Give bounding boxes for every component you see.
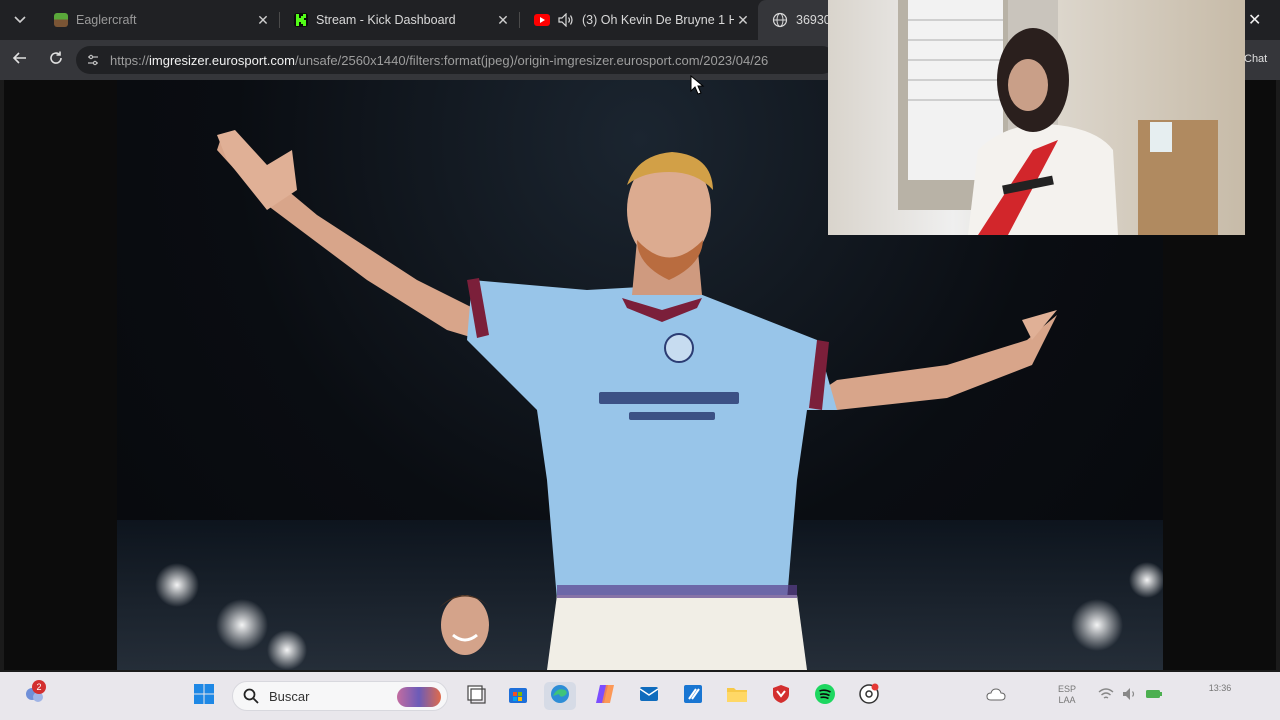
back-button[interactable] (7, 48, 33, 72)
notification-badge: 2 (32, 680, 46, 694)
editor-app-button[interactable] (679, 682, 707, 710)
reload-button[interactable] (43, 48, 69, 72)
chevron-down-icon (14, 13, 26, 27)
url-host: imgresizer.eurosport.com (149, 52, 295, 68)
spotify-app-button[interactable] (811, 682, 839, 710)
windows-taskbar: 2 Buscar ESP LAA 13:36 (0, 672, 1280, 720)
wifi-icon (1098, 687, 1114, 706)
file-explorer-button[interactable] (723, 682, 751, 710)
taskbar-search-box[interactable]: Buscar (232, 681, 448, 711)
cloud-icon (986, 687, 1006, 706)
kick-logo-icon (294, 13, 308, 27)
input-language-indicator[interactable]: ESP LAA (1054, 684, 1080, 706)
mcafee-app-button[interactable] (767, 682, 795, 710)
arrow-left-icon (12, 50, 28, 71)
obs-app-button[interactable] (855, 682, 883, 710)
site-info-icon[interactable] (86, 53, 100, 67)
start-button[interactable] (190, 682, 218, 710)
tab-title: Eaglercraft (76, 13, 137, 27)
tab-close-button[interactable]: ✕ (254, 11, 272, 29)
shield-icon (770, 683, 792, 710)
task-view-icon (465, 683, 487, 710)
battery-icon (1145, 687, 1163, 705)
webcam-overlay (828, 0, 1245, 235)
reload-icon (48, 50, 64, 71)
store-app-button[interactable] (504, 682, 532, 710)
tab-search-menu-button[interactable] (6, 8, 34, 32)
taskbar-clock[interactable]: 13:36 (1200, 683, 1240, 694)
spotify-icon (814, 683, 836, 710)
tab-close-button[interactable]: ✕ (494, 11, 512, 29)
audio-playing-icon[interactable] (558, 12, 574, 28)
tab-title: Stream - Kick Dashboard (316, 13, 456, 27)
globe-icon (772, 12, 788, 28)
copilot-icon (594, 683, 616, 710)
battery-tray-button[interactable] (1140, 682, 1168, 710)
code-editor-icon (682, 683, 704, 710)
mouse-cursor-icon (690, 74, 706, 95)
edge-app-button[interactable] (544, 682, 576, 710)
tab-title: (3) Oh Kevin De Bruyne 1 Hou (582, 13, 734, 27)
outlook-icon (638, 683, 660, 710)
search-icon (243, 688, 259, 704)
folder-icon (725, 683, 749, 710)
tab-close-button[interactable]: ✕ (734, 11, 752, 29)
chat-label: Chat (1244, 53, 1268, 65)
tab-eaglercraft[interactable]: Eaglercraft ✕ (40, 0, 278, 40)
minecraft-grass-icon (54, 13, 68, 27)
language-code: ESP (1057, 684, 1076, 694)
copilot-app-button[interactable] (591, 682, 619, 710)
tab-kick-dashboard[interactable]: Stream - Kick Dashboard ✕ (280, 0, 518, 40)
windows-logo-icon (193, 683, 215, 710)
task-view-button[interactable] (462, 682, 490, 710)
onedrive-tray-button[interactable] (982, 682, 1010, 710)
search-placeholder: Buscar (269, 688, 310, 704)
speaker-icon (1122, 687, 1138, 706)
search-highlight-icon (397, 687, 441, 707)
microsoft-store-icon (507, 683, 529, 710)
keyboard-layout: LAA (1058, 695, 1076, 705)
youtube-icon (534, 14, 550, 26)
obs-recording-icon (858, 683, 880, 710)
url-path: /unsafe/2560x1440/filters:format(jpeg)/o… (294, 52, 769, 68)
edge-browser-icon (549, 683, 571, 710)
tab-youtube-video[interactable]: (3) Oh Kevin De Bruyne 1 Hou ✕ (520, 0, 758, 40)
address-bar[interactable]: https://imgresizer.eurosport.com/unsafe/… (76, 46, 836, 74)
outlook-app-button[interactable] (635, 682, 663, 710)
url-scheme: https:// (110, 52, 150, 68)
tab-active-image[interactable]: 369305 (758, 0, 838, 40)
overlay-close-button[interactable]: ✕ (1248, 10, 1261, 30)
